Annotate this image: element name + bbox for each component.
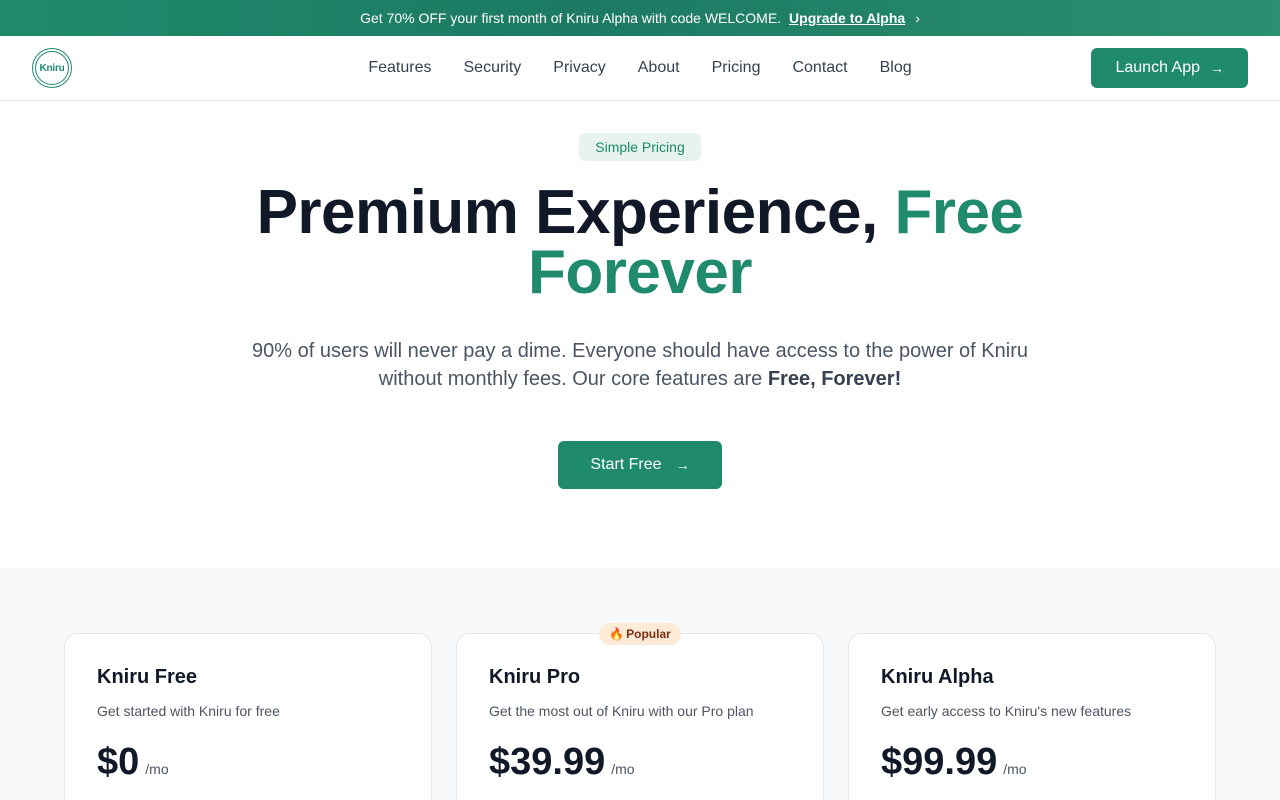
plan-description: Get started with Kniru for free [97,703,280,719]
top-nav: Kniru Features Security Privacy About Pr… [0,36,1280,101]
plan-price: $39.99 [489,741,606,783]
start-free-button[interactable]: Start Free → [558,441,722,489]
headline-accent-forever: Forever [528,238,752,307]
plan-price-row: $39.99 /mo [489,741,791,784]
plan-period: /mo [1003,761,1027,777]
logo[interactable]: Kniru [32,48,72,88]
plan-price: $99.99 [881,741,998,783]
promo-text: Get 70% OFF your first month of Kniru Al… [360,10,782,26]
arrow-right-icon: → [1210,60,1224,76]
plan-name: Kniru Free [97,666,198,688]
launch-app-button[interactable]: Launch App → [1091,48,1248,88]
nav-contact[interactable]: Contact [792,59,847,77]
simple-pricing-badge: Simple Pricing [579,133,701,161]
plan-card-alpha: Kniru Alpha Get early access to Kniru's … [848,633,1216,800]
nav-blog[interactable]: Blog [880,59,912,77]
upgrade-link[interactable]: Upgrade to Alpha [789,10,905,26]
plan-description: Get the most out of Kniru with our Pro p… [489,703,754,719]
hero-subtitle: 90% of users will never pay a dime. Ever… [220,337,1060,393]
plan-price-row: $0 /mo [97,741,399,784]
nav-features[interactable]: Features [368,59,431,77]
plan-price-row: $99.99 /mo [881,741,1183,784]
popular-label: Popular [626,627,671,641]
chevron-right-icon: › [915,10,920,26]
arrow-right-icon: → [675,457,690,473]
pricing-section: Kniru Free Get started with Kniru for fr… [0,568,1280,800]
plan-period: /mo [145,761,169,777]
plan-card-pro: 🔥 Popular Kniru Pro Get the most out of … [456,623,824,800]
plan-period: /mo [611,761,635,777]
plan-card-free: Kniru Free Get started with Kniru for fr… [64,633,432,800]
plan-name: Kniru Alpha [881,666,994,688]
nav-links: Features Security Privacy About Pricing … [368,59,911,77]
logo-text: Kniru [39,62,65,74]
plan-name: Kniru Pro [489,666,581,688]
start-free-label: Start Free [590,456,662,473]
hero-subtitle-bold: Free, Forever! [767,368,902,390]
headline-accent-free: Free [894,178,1024,247]
pricing-cards: Kniru Free Get started with Kniru for fr… [0,623,1280,800]
plan-price: $0 [97,741,140,783]
launch-app-label: Launch App [1115,59,1200,76]
nav-about[interactable]: About [638,59,680,77]
hero-section: Simple Pricing Premium Experience, Free … [0,101,1280,568]
plan-description: Get early access to Kniru's new features [881,703,1132,719]
headline-main: Premium Experience, [256,178,895,247]
promo-banner: Get 70% OFF your first month of Kniru Al… [0,0,1280,36]
nav-security[interactable]: Security [464,59,522,77]
fire-icon: 🔥 [609,627,625,641]
popular-badge: 🔥 Popular [599,623,681,645]
hero-subtitle-text: 90% of users will never pay a dime. Ever… [252,340,1028,390]
nav-privacy[interactable]: Privacy [553,59,605,77]
nav-pricing[interactable]: Pricing [712,59,761,77]
hero-headline: Premium Experience, Free Forever [0,182,1280,304]
